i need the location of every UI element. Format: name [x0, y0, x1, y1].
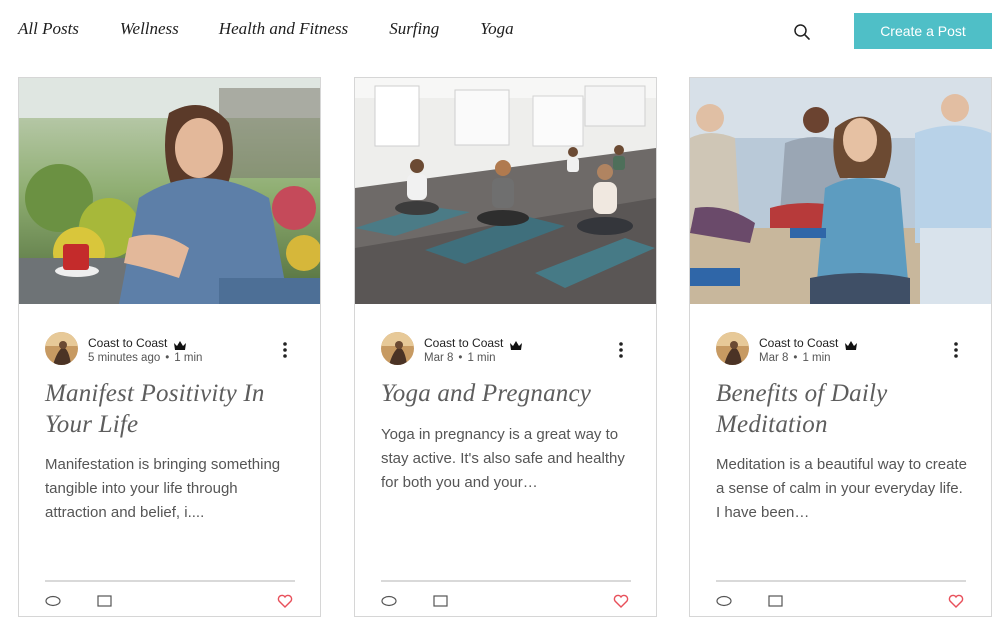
read-time: 1 min — [467, 352, 496, 364]
post-title[interactable]: Benefits of Daily Meditation — [716, 378, 966, 440]
nav-item-wellness[interactable]: Wellness — [120, 19, 179, 39]
comments-icon — [433, 594, 449, 607]
views-icon — [45, 594, 61, 607]
post-excerpt: Meditation is a beautiful way to create … — [716, 456, 967, 521]
post-time: 5 minutes ago — [88, 352, 161, 364]
author-row: Coast to Coast Mar 8 • 1 min — [716, 332, 966, 368]
card-divider — [716, 580, 966, 582]
nav-item-health-and-fitness[interactable]: Health and Fitness — [219, 19, 348, 39]
nav-item-surfing[interactable]: Surfing — [389, 19, 439, 39]
author-avatar[interactable] — [716, 332, 749, 365]
more-options-icon[interactable] — [948, 340, 964, 360]
views-icon — [381, 594, 397, 607]
card-divider — [381, 580, 631, 582]
crown-icon — [844, 338, 858, 350]
crown-icon — [173, 338, 187, 350]
comments-icon — [97, 594, 113, 607]
author-name[interactable]: Coast to Coast — [759, 336, 838, 350]
author-row: Coast to Coast Mar 8 • 1 min — [381, 332, 631, 368]
nav-item-yoga[interactable]: Yoga — [480, 19, 513, 39]
post-title[interactable]: Yoga and Pregnancy — [381, 378, 631, 409]
crown-icon — [509, 338, 523, 350]
views-icon — [716, 594, 732, 607]
more-options-icon[interactable] — [613, 340, 629, 360]
read-time: 1 min — [174, 352, 203, 364]
post-time: Mar 8 — [424, 352, 454, 364]
post-card[interactable]: Coast to Coast Mar 8 • 1 min Yoga and Preg… — [354, 77, 657, 617]
post-cover-image[interactable] — [19, 78, 320, 304]
read-time: 1 min — [802, 352, 831, 364]
more-options-icon[interactable] — [277, 340, 293, 360]
post-excerpt: Yoga in pregnancy is a great way to stay… — [381, 426, 625, 491]
post-excerpt: Manifestation is bringing something tang… — [45, 456, 281, 521]
post-meta: Mar 8 • 1 min — [759, 352, 831, 364]
post-card[interactable]: Coast to Coast Mar 8 • 1 min Benefits of D… — [689, 77, 992, 617]
post-meta: Mar 8 • 1 min — [424, 352, 496, 364]
like-heart-icon[interactable] — [613, 594, 629, 608]
author-name[interactable]: Coast to Coast — [88, 336, 167, 350]
post-time: Mar 8 — [759, 352, 789, 364]
post-cover-image[interactable] — [690, 78, 991, 304]
post-title[interactable]: Manifest Positivity In Your Life — [45, 378, 295, 440]
meta-separator: • — [458, 352, 463, 364]
author-avatar[interactable] — [45, 332, 78, 365]
author-name[interactable]: Coast to Coast — [424, 336, 503, 350]
like-heart-icon[interactable] — [277, 594, 293, 608]
nav-item-all-posts[interactable]: All Posts — [18, 19, 79, 39]
post-card[interactable]: Coast to Coast 5 minutes ago • 1 min Manif… — [18, 77, 321, 617]
post-cover-image[interactable] — [355, 78, 656, 304]
card-divider — [45, 580, 295, 582]
top-bar: All Posts Wellness Health and Fitness Su… — [0, 0, 1000, 62]
post-meta: 5 minutes ago • 1 min — [88, 352, 202, 364]
category-nav: All Posts Wellness Health and Fitness Su… — [18, 19, 514, 39]
meta-separator: • — [165, 352, 170, 364]
author-avatar[interactable] — [381, 332, 414, 365]
comments-icon — [768, 594, 784, 607]
search-icon[interactable] — [792, 22, 812, 42]
create-post-button[interactable]: Create a Post — [854, 13, 992, 49]
author-row: Coast to Coast 5 minutes ago • 1 min — [45, 332, 295, 368]
meta-separator: • — [793, 352, 798, 364]
like-heart-icon[interactable] — [948, 594, 964, 608]
